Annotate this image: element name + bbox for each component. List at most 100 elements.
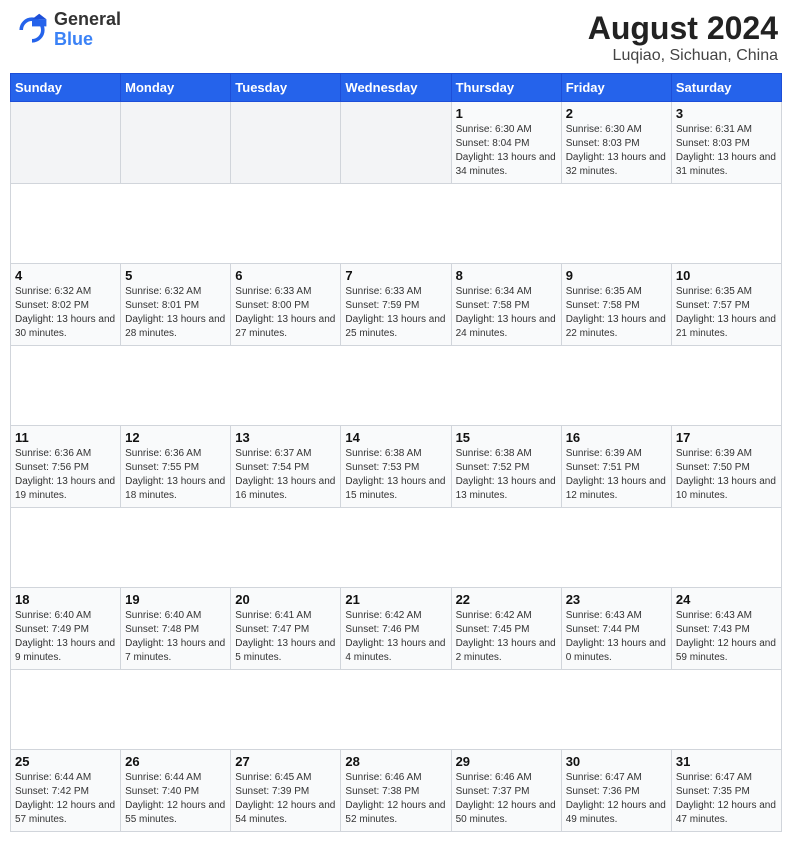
day-info: Sunrise: 6:38 AM Sunset: 7:52 PM Dayligh… bbox=[456, 447, 557, 503]
day-cell: 6Sunrise: 6:33 AM Sunset: 8:00 PM Daylig… bbox=[231, 264, 341, 346]
day-number: 29 bbox=[456, 754, 557, 769]
day-cell: 3 Sunrise: 6:31 AM Sunset: 8:03 PM Daylig… bbox=[671, 102, 781, 184]
day-info: Sunrise: 6:33 AM Sunset: 7:59 PM Dayligh… bbox=[345, 285, 446, 341]
day-cell: 22Sunrise: 6:42 AM Sunset: 7:45 PM Dayli… bbox=[451, 588, 561, 670]
title-block: August 2024 Luqiao, Sichuan, China bbox=[588, 10, 778, 65]
week-row-4: 18 Sunrise: 6:40 AM Sunset: 7:49 PM Dayli… bbox=[11, 588, 782, 670]
day-info: Sunrise: 6:30 AM Sunset: 8:04 PM Dayligh… bbox=[456, 123, 557, 179]
separator-cell bbox=[11, 184, 782, 264]
day-cell: 12Sunrise: 6:36 AM Sunset: 7:55 PM Dayli… bbox=[121, 426, 231, 508]
day-cell: 28Sunrise: 6:46 AM Sunset: 7:38 PM Dayli… bbox=[341, 750, 451, 832]
header-day-wednesday: Wednesday bbox=[341, 74, 451, 102]
day-cell: 2 Sunrise: 6:30 AM Sunset: 8:03 PM Daylig… bbox=[561, 102, 671, 184]
day-cell bbox=[121, 102, 231, 184]
day-cell: 17 Sunrise: 6:39 AM Sunset: 7:50 PM Dayli… bbox=[671, 426, 781, 508]
day-info: Sunrise: 6:35 AM Sunset: 7:58 PM Dayligh… bbox=[566, 285, 667, 341]
day-info: Sunrise: 6:31 AM Sunset: 8:03 PM Dayligh… bbox=[676, 123, 777, 179]
day-info: Sunrise: 6:44 AM Sunset: 7:40 PM Dayligh… bbox=[125, 771, 226, 827]
day-info: Sunrise: 6:35 AM Sunset: 7:57 PM Dayligh… bbox=[676, 285, 777, 341]
day-info: Sunrise: 6:38 AM Sunset: 7:53 PM Dayligh… bbox=[345, 447, 446, 503]
header-day-friday: Friday bbox=[561, 74, 671, 102]
week-row-3: 11Sunrise: 6:36 AM Sunset: 7:56 PM Dayli… bbox=[11, 426, 782, 508]
day-number: 7 bbox=[345, 268, 446, 283]
week-separator bbox=[11, 508, 782, 588]
week-row-1: 1 Sunrise: 6:30 AM Sunset: 8:04 PM Daylig… bbox=[11, 102, 782, 184]
page-header: General Blue August 2024 Luqiao, Sichuan… bbox=[10, 10, 782, 65]
day-cell: 5Sunrise: 6:32 AM Sunset: 8:01 PM Daylig… bbox=[121, 264, 231, 346]
header-day-tuesday: Tuesday bbox=[231, 74, 341, 102]
day-cell: 14 Sunrise: 6:38 AM Sunset: 7:53 PM Dayli… bbox=[341, 426, 451, 508]
day-cell: 27Sunrise: 6:45 AM Sunset: 7:39 PM Dayli… bbox=[231, 750, 341, 832]
day-number: 6 bbox=[235, 268, 336, 283]
day-number: 20 bbox=[235, 592, 336, 607]
day-cell: 25Sunrise: 6:44 AM Sunset: 7:42 PM Dayli… bbox=[11, 750, 121, 832]
day-info: Sunrise: 6:40 AM Sunset: 7:48 PM Dayligh… bbox=[125, 609, 226, 665]
day-number: 4 bbox=[15, 268, 116, 283]
day-info: Sunrise: 6:42 AM Sunset: 7:46 PM Dayligh… bbox=[345, 609, 446, 665]
day-info: Sunrise: 6:47 AM Sunset: 7:35 PM Dayligh… bbox=[676, 771, 777, 827]
separator-cell bbox=[11, 670, 782, 750]
day-cell: 23 Sunrise: 6:43 AM Sunset: 7:44 PM Dayli… bbox=[561, 588, 671, 670]
separator-cell bbox=[11, 508, 782, 588]
day-number: 12 bbox=[125, 430, 226, 445]
day-info: Sunrise: 6:43 AM Sunset: 7:43 PM Dayligh… bbox=[676, 609, 777, 665]
day-info: Sunrise: 6:32 AM Sunset: 8:02 PM Dayligh… bbox=[15, 285, 116, 341]
day-cell: 18 Sunrise: 6:40 AM Sunset: 7:49 PM Dayli… bbox=[11, 588, 121, 670]
day-number: 27 bbox=[235, 754, 336, 769]
week-separator bbox=[11, 670, 782, 750]
calendar-subtitle: Luqiao, Sichuan, China bbox=[588, 47, 778, 65]
day-cell bbox=[231, 102, 341, 184]
day-number: 13 bbox=[235, 430, 336, 445]
day-cell: 19Sunrise: 6:40 AM Sunset: 7:48 PM Dayli… bbox=[121, 588, 231, 670]
day-info: Sunrise: 6:39 AM Sunset: 7:51 PM Dayligh… bbox=[566, 447, 667, 503]
header-day-thursday: Thursday bbox=[451, 74, 561, 102]
day-number: 24 bbox=[676, 592, 777, 607]
day-info: Sunrise: 6:46 AM Sunset: 7:37 PM Dayligh… bbox=[456, 771, 557, 827]
day-number: 5 bbox=[125, 268, 226, 283]
calendar-header: SundayMondayTuesdayWednesdayThursdayFrid… bbox=[11, 74, 782, 102]
day-number: 28 bbox=[345, 754, 446, 769]
logo-text: General Blue bbox=[54, 10, 121, 50]
day-cell: 15 Sunrise: 6:38 AM Sunset: 7:52 PM Dayli… bbox=[451, 426, 561, 508]
day-number: 1 bbox=[456, 106, 557, 121]
day-number: 30 bbox=[566, 754, 667, 769]
day-number: 31 bbox=[676, 754, 777, 769]
day-number: 17 bbox=[676, 430, 777, 445]
day-cell: 16Sunrise: 6:39 AM Sunset: 7:51 PM Dayli… bbox=[561, 426, 671, 508]
header-row: SundayMondayTuesdayWednesdayThursdayFrid… bbox=[11, 74, 782, 102]
day-info: Sunrise: 6:47 AM Sunset: 7:36 PM Dayligh… bbox=[566, 771, 667, 827]
week-row-2: 4 Sunrise: 6:32 AM Sunset: 8:02 PM Daylig… bbox=[11, 264, 782, 346]
day-cell: 8Sunrise: 6:34 AM Sunset: 7:58 PM Daylig… bbox=[451, 264, 561, 346]
day-number: 15 bbox=[456, 430, 557, 445]
day-info: Sunrise: 6:40 AM Sunset: 7:49 PM Dayligh… bbox=[15, 609, 116, 665]
day-info: Sunrise: 6:30 AM Sunset: 8:03 PM Dayligh… bbox=[566, 123, 667, 179]
logo: General Blue bbox=[14, 10, 121, 50]
day-cell: 7 Sunrise: 6:33 AM Sunset: 7:59 PM Daylig… bbox=[341, 264, 451, 346]
day-number: 8 bbox=[456, 268, 557, 283]
day-number: 18 bbox=[15, 592, 116, 607]
day-number: 3 bbox=[676, 106, 777, 121]
day-info: Sunrise: 6:43 AM Sunset: 7:44 PM Dayligh… bbox=[566, 609, 667, 665]
day-number: 23 bbox=[566, 592, 667, 607]
day-number: 14 bbox=[345, 430, 446, 445]
day-number: 2 bbox=[566, 106, 667, 121]
day-number: 26 bbox=[125, 754, 226, 769]
logo-blue: Blue bbox=[54, 30, 121, 50]
day-info: Sunrise: 6:41 AM Sunset: 7:47 PM Dayligh… bbox=[235, 609, 336, 665]
week-separator bbox=[11, 346, 782, 426]
day-cell: 9 Sunrise: 6:35 AM Sunset: 7:58 PM Daylig… bbox=[561, 264, 671, 346]
day-number: 9 bbox=[566, 268, 667, 283]
day-cell: 21Sunrise: 6:42 AM Sunset: 7:46 PM Dayli… bbox=[341, 588, 451, 670]
calendar-body: 1 Sunrise: 6:30 AM Sunset: 8:04 PM Daylig… bbox=[11, 102, 782, 832]
header-day-saturday: Saturday bbox=[671, 74, 781, 102]
week-separator bbox=[11, 184, 782, 264]
day-cell: 13Sunrise: 6:37 AM Sunset: 7:54 PM Dayli… bbox=[231, 426, 341, 508]
day-info: Sunrise: 6:39 AM Sunset: 7:50 PM Dayligh… bbox=[676, 447, 777, 503]
header-day-sunday: Sunday bbox=[11, 74, 121, 102]
day-number: 25 bbox=[15, 754, 116, 769]
logo-icon bbox=[14, 12, 50, 48]
day-cell: 10Sunrise: 6:35 AM Sunset: 7:57 PM Dayli… bbox=[671, 264, 781, 346]
calendar-title: August 2024 bbox=[588, 10, 778, 47]
day-info: Sunrise: 6:42 AM Sunset: 7:45 PM Dayligh… bbox=[456, 609, 557, 665]
day-cell bbox=[11, 102, 121, 184]
